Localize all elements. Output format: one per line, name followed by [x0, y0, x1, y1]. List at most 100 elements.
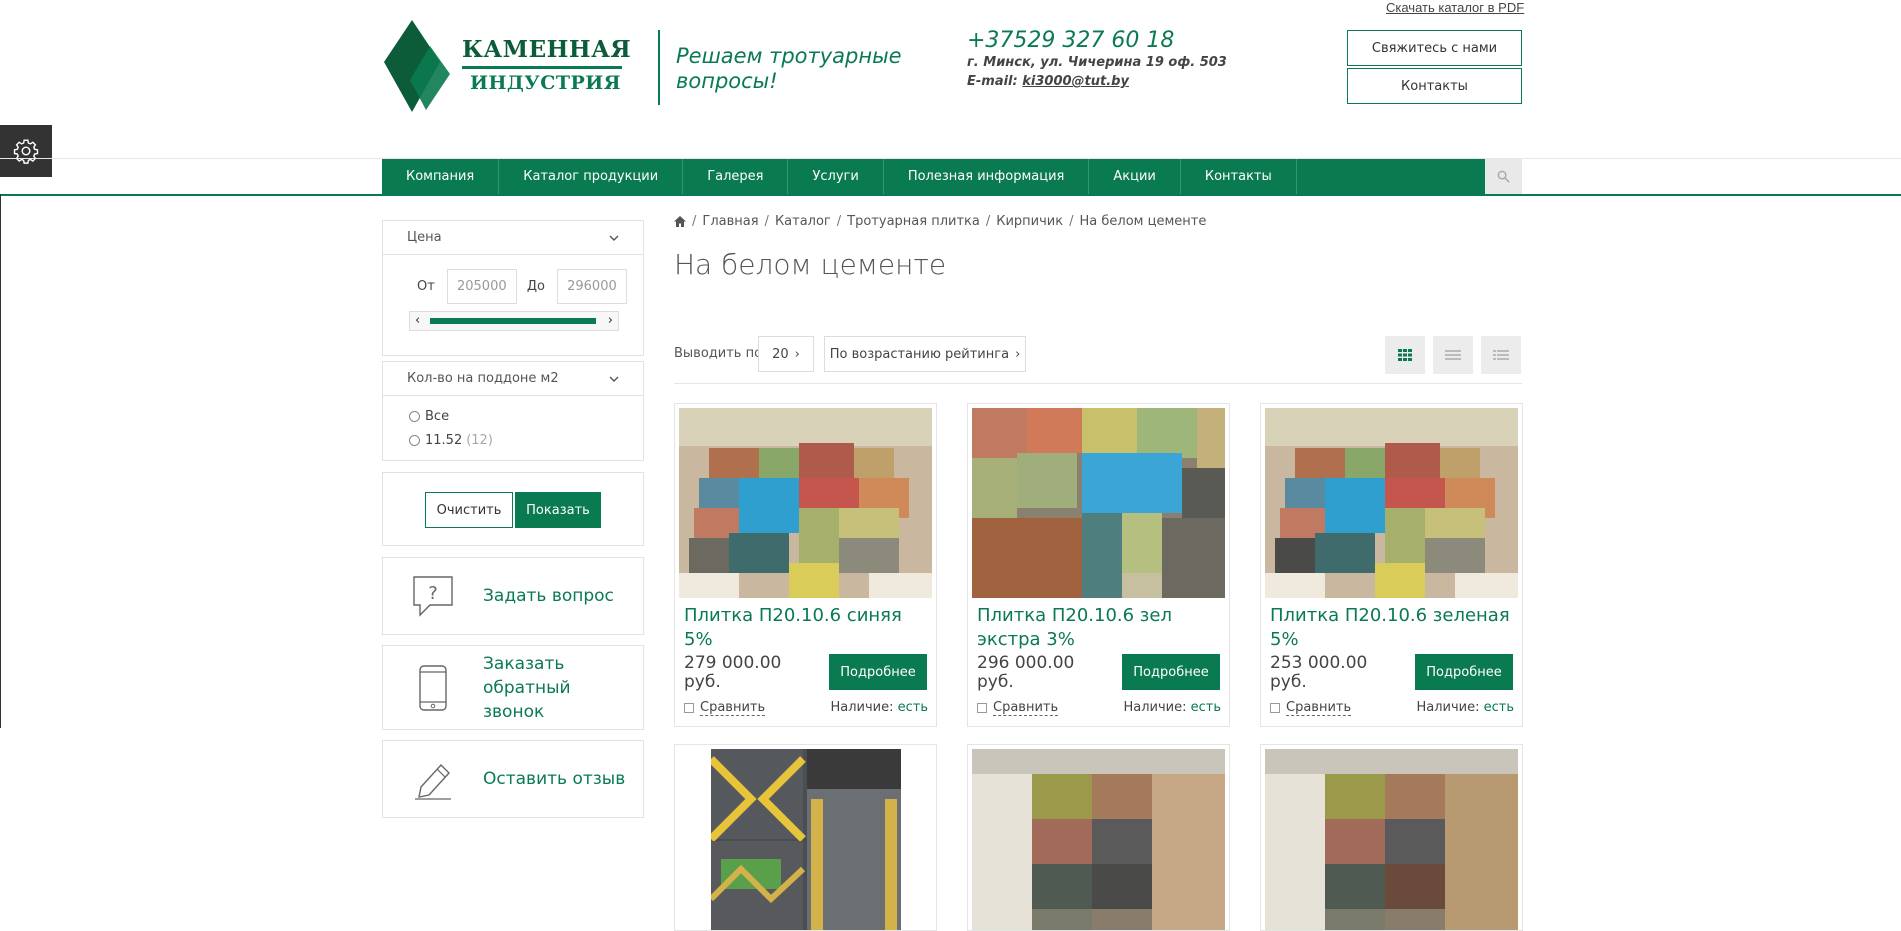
logo-text-bottom: ИНДУСТРИЯ	[470, 72, 621, 94]
main-nav: Компания Каталог продукции Галерея Услуг…	[382, 159, 1522, 194]
price-slider[interactable]: ‹ ›	[409, 311, 619, 331]
contact-us-button[interactable]: Свяжитесь с нами	[1347, 30, 1522, 66]
price-filter: Цена От 205000 До 296000 ‹ ›	[382, 220, 644, 356]
slogan: Решаем тротуарные вопросы!	[676, 44, 902, 93]
download-catalog-link[interactable]: Скачать каталог в PDF	[1386, 0, 1524, 15]
pallet-option-label: Все	[425, 408, 450, 424]
search-icon	[1497, 170, 1510, 183]
slider-left-handle-icon[interactable]: ‹	[415, 312, 420, 330]
stock-value: есть	[897, 700, 928, 715]
product-title[interactable]: Плитка П20.10.6 зел экстра 3%	[977, 604, 1217, 652]
nav-item-catalog[interactable]: Каталог продукции	[499, 159, 684, 194]
product-image[interactable]	[972, 749, 1225, 930]
breadcrumb-separator: /	[836, 214, 842, 229]
product-price: 253 000.00 руб.	[1270, 653, 1368, 692]
product-details-button[interactable]: Подробнее	[829, 654, 927, 690]
product-image[interactable]	[1265, 408, 1518, 598]
product-image[interactable]	[972, 408, 1225, 598]
sort-value: По возрастанию рейтинга	[829, 346, 1010, 362]
stock-label: Наличие:	[1416, 700, 1480, 715]
slogan-divider	[658, 30, 660, 105]
home-icon[interactable]	[674, 216, 686, 227]
compare-toggle[interactable]: Сравнить	[684, 700, 766, 716]
view-table-button[interactable]	[1481, 336, 1521, 374]
sort-select[interactable]: По возрастанию рейтинга ›	[824, 336, 1026, 372]
price-to-input[interactable]: 296000	[556, 269, 627, 304]
product-image[interactable]	[708, 749, 901, 930]
logo-text-top: КАМЕННАЯ	[462, 36, 632, 63]
pallet-filter: Кол-во на поддоне м2 Все 11.52 (12)	[382, 361, 644, 461]
settings-button[interactable]	[0, 125, 52, 177]
chevron-down-icon	[609, 376, 619, 382]
breadcrumb-home[interactable]: Главная	[702, 214, 758, 229]
breadcrumb-catalog[interactable]: Каталог	[775, 214, 831, 229]
radio-button[interactable]	[409, 410, 420, 422]
breadcrumb-paving[interactable]: Тротуарная плитка	[847, 214, 980, 229]
apply-filter-button[interactable]: Показать	[515, 492, 601, 528]
pallet-option-all[interactable]: Все	[409, 404, 643, 428]
product-card	[1260, 744, 1523, 931]
callback-block[interactable]: Заказать обратный звонок	[382, 645, 644, 730]
compare-checkbox[interactable]	[1270, 703, 1280, 713]
toolbar-divider	[674, 383, 1522, 384]
nav-bottom-rule	[0, 194, 1901, 196]
nav-item-contacts[interactable]: Контакты	[1181, 159, 1297, 194]
stock-value: есть	[1190, 700, 1221, 715]
price-to-label: До	[526, 279, 545, 294]
price-filter-title: Цена	[407, 230, 442, 245]
slider-right-handle-icon[interactable]: ›	[608, 312, 613, 330]
nav-item-services[interactable]: Услуги	[788, 159, 884, 194]
compare-checkbox[interactable]	[684, 703, 694, 713]
address: г. Минск, ул. Чичерина 19 оф. 503	[967, 55, 1227, 70]
leave-review-block[interactable]: Оставить отзыв	[382, 740, 644, 818]
filter-actions: Очистить Показать	[382, 472, 644, 546]
contacts-button[interactable]: Контакты	[1347, 68, 1522, 104]
pallet-option-11-52[interactable]: 11.52 (12)	[409, 428, 643, 452]
product-card: Плитка П20.10.6 синяя 5% 279 000.00 руб.…	[674, 403, 937, 727]
pallet-filter-header[interactable]: Кол-во на поддоне м2	[383, 362, 643, 396]
per-page-select[interactable]: 20 ›	[758, 336, 814, 372]
product-details-button[interactable]: Подробнее	[1415, 654, 1513, 690]
breadcrumb-separator: /	[692, 214, 697, 229]
email-link[interactable]: ki3000@tut.by	[1022, 74, 1129, 89]
view-list-button[interactable]	[1433, 336, 1473, 374]
product-price: 296 000.00 руб.	[977, 653, 1075, 692]
per-page-label: Выводить по:	[674, 346, 767, 361]
nav-item-useful-info[interactable]: Полезная информация	[884, 159, 1090, 194]
email-label: E-mail:	[967, 74, 1018, 89]
product-image[interactable]	[1265, 749, 1518, 930]
price-from-input[interactable]: 205000	[446, 269, 517, 304]
product-image[interactable]	[679, 408, 932, 598]
stock-label: Наличие:	[830, 700, 894, 715]
ask-question-block[interactable]: ? Задать вопрос	[382, 557, 644, 635]
breadcrumb-separator: /	[764, 214, 769, 229]
search-button[interactable]	[1485, 159, 1522, 194]
product-details-button[interactable]: Подробнее	[1122, 654, 1220, 690]
radio-button[interactable]	[409, 434, 420, 446]
phone-number[interactable]: +37529 327 60 18	[967, 28, 1174, 53]
leave-review-label: Оставить отзыв	[483, 769, 626, 789]
compare-toggle[interactable]: Сравнить	[977, 700, 1059, 716]
stock-status: Наличие: есть	[830, 700, 928, 715]
compare-checkbox[interactable]	[977, 703, 987, 713]
logo[interactable]: КАМЕННАЯ ИНДУСТРИЯ	[382, 18, 631, 114]
product-card	[674, 744, 937, 931]
product-title[interactable]: Плитка П20.10.6 синяя 5%	[684, 604, 924, 652]
page-left-edge	[0, 194, 1, 728]
clear-filter-button[interactable]: Очистить	[425, 492, 513, 528]
product-title[interactable]: Плитка П20.10.6 зеленая 5%	[1270, 604, 1510, 652]
price-from-label: От	[417, 279, 435, 294]
product-card	[967, 744, 1230, 931]
view-grid-button[interactable]	[1385, 336, 1425, 374]
price-filter-header[interactable]: Цена	[383, 221, 643, 255]
nav-item-promotions[interactable]: Акции	[1089, 159, 1181, 194]
compare-toggle[interactable]: Сравнить	[1270, 700, 1352, 716]
breadcrumb-brick[interactable]: Кирпичик	[996, 214, 1063, 229]
stock-status: Наличие: есть	[1123, 700, 1221, 715]
nav-item-company[interactable]: Компания	[382, 159, 500, 194]
page-title: На белом цементе	[674, 248, 947, 281]
logo-diamond-icon	[384, 20, 450, 112]
nav-item-gallery[interactable]: Галерея	[683, 159, 789, 194]
breadcrumb: / Главная / Каталог / Тротуарная плитка …	[674, 214, 1206, 229]
compare-label: Сравнить	[993, 700, 1059, 716]
